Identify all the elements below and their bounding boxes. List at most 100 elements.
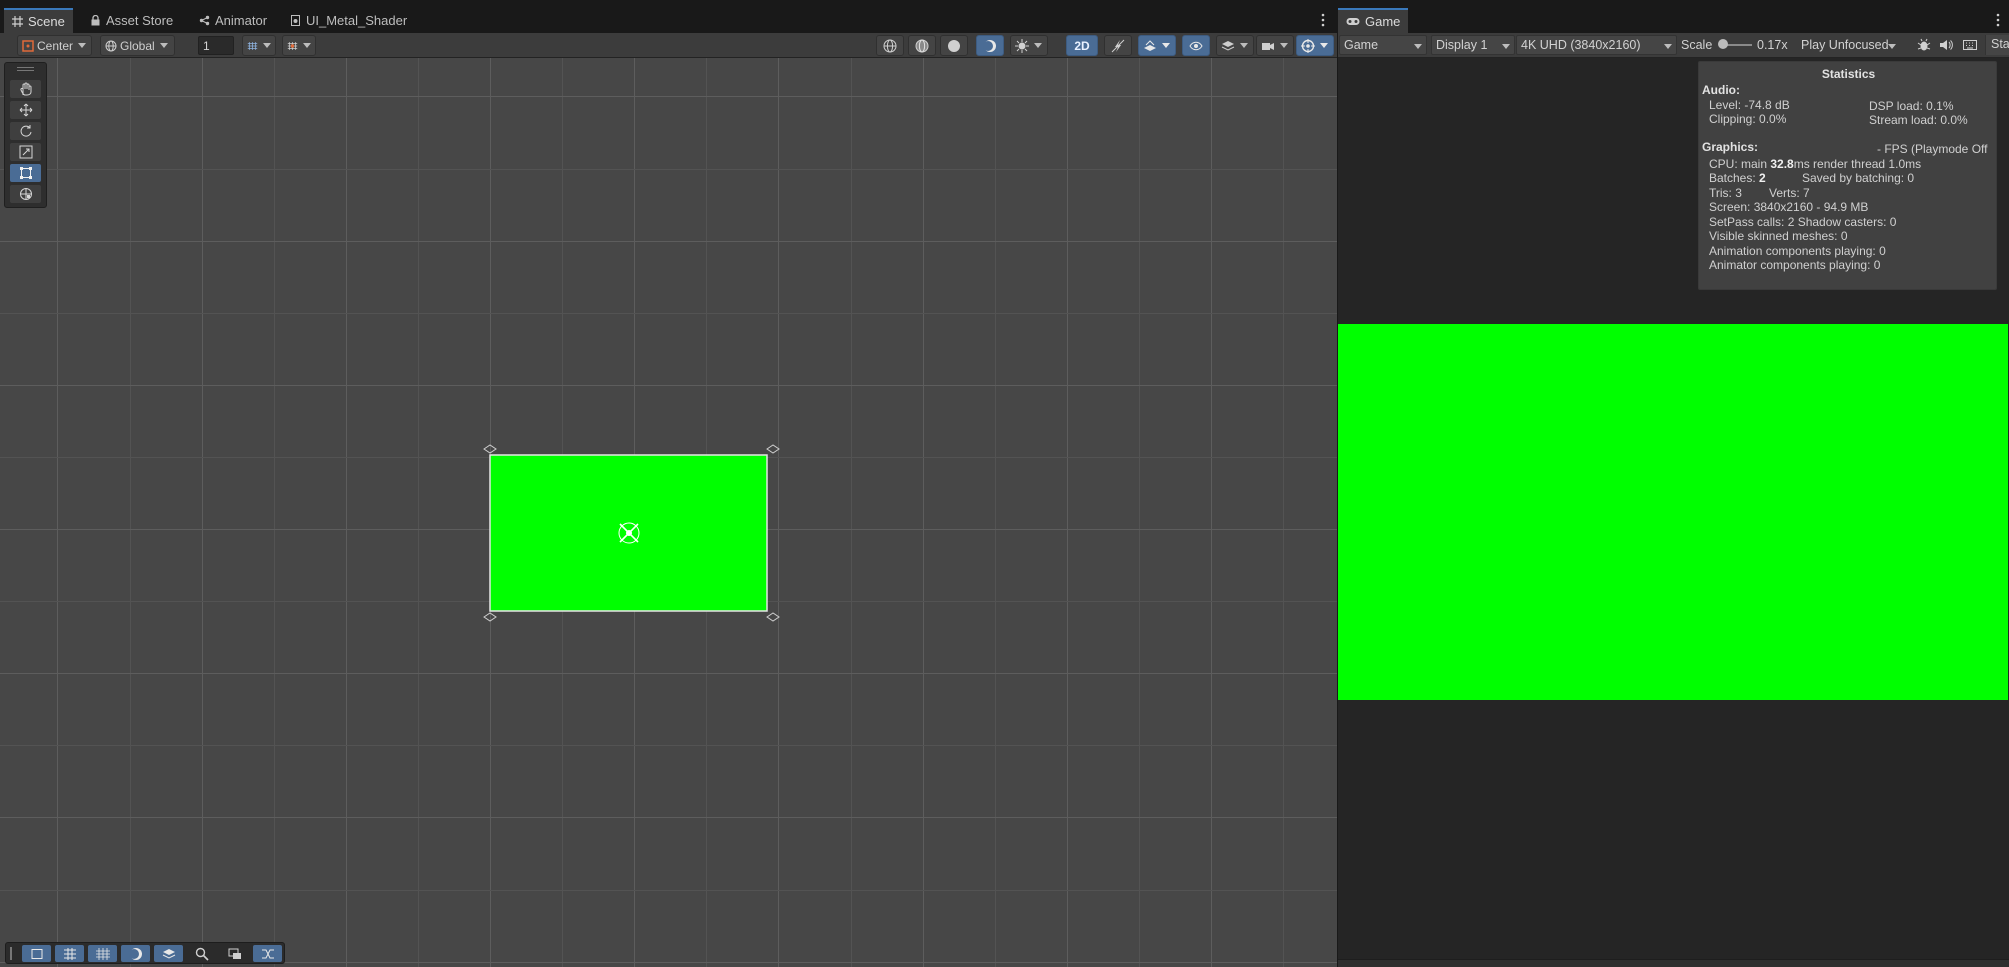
grid-paint-icon [95,947,110,960]
saved-by-batching: Saved by batching: 0 [1802,171,1915,185]
play-mode-dropdown[interactable]: Play Unfocused [1796,35,1901,55]
drag-handle-icon[interactable] [10,947,12,960]
tab-ui-metal-shader[interactable]: UI_Metal_Shader [282,8,415,33]
selected-ui-object[interactable] [483,444,780,622]
animator-components: Animator components playing: 0 [1709,258,1881,272]
debug-draw-mode-dropdown[interactable] [1010,35,1048,56]
stats-button[interactable]: Stats [1985,35,2009,55]
layers-icon [162,948,175,959]
horizontal-scrollbar[interactable] [1338,959,2009,967]
shaded-wireframe-draw-mode-button[interactable] [908,35,936,56]
keyboard-icon [1963,40,1977,50]
camera-settings-dropdown[interactable] [1256,35,1294,56]
transform-icon [19,188,32,200]
tris-count: Tris: 3 [1709,186,1742,200]
lock-icon [91,15,100,26]
scene-visibility-toggle[interactable] [1182,35,1210,56]
search-overlay-button[interactable] [187,945,216,962]
display-dropdown[interactable]: Display 1 [1431,35,1515,55]
shaded-draw-mode-button[interactable] [940,35,968,56]
grid-snapping-dropdown[interactable] [282,35,316,56]
fps-readout: - FPS (Playmode Off [1877,142,1988,156]
scene-effects-dropdown[interactable] [1138,35,1176,56]
scene-viewport[interactable] [0,58,1337,967]
sprite-shape-overlay-button[interactable] [55,945,84,962]
batches-readout: Batches: 2 [1709,171,1766,185]
tab-animator[interactable]: Animator [191,8,275,33]
more-options-icon[interactable] [1317,12,1329,28]
tab-asset-store-label: Asset Store [106,13,174,28]
chevron-down-icon [263,43,271,48]
stats-toggle-button[interactable] [1962,37,1978,53]
scene-toolbar: Center Global 1 2D [0,33,1337,58]
tab-animator-label: Animator [215,13,268,28]
scene-window: Scene Asset Store Animator UI_Metal_Shad… [0,0,1337,967]
unlit-draw-mode-button[interactable] [976,35,1004,56]
debug-sun-icon [1015,38,1029,53]
grid-visibility-icon [247,41,258,50]
camera-overlay-button[interactable] [220,945,249,962]
layers-overlay-button[interactable] [154,945,183,962]
navigation-overlay-button[interactable] [253,945,282,962]
game-view-mode-dropdown[interactable]: Game [1339,35,1427,55]
shuffle-icon [261,949,274,958]
rect-handle-bottom-right[interactable] [766,612,780,622]
hand-tool-button[interactable] [10,80,41,98]
tab-asset-store[interactable]: Asset Store [82,8,181,33]
2d-mode-label: 2D [1074,38,1090,53]
frame-debugger-button[interactable] [1916,37,1932,53]
pivot-mode-dropdown[interactable]: Center [17,35,92,56]
pivot-rotation-label: Global [120,38,155,53]
rect-handle-top-right[interactable] [766,444,780,454]
move-tool-button[interactable] [10,101,41,119]
layers-dropdown[interactable] [1216,35,1254,56]
wireframe-draw-mode-button[interactable] [876,35,904,56]
stream-load: Stream load: 0.0% [1869,113,1968,127]
scale-slider-handle[interactable] [1718,39,1728,49]
chevron-down-icon [1320,43,1328,48]
gizmos-dropdown[interactable] [1296,35,1334,56]
rect-overlay-icon [31,948,42,959]
tools-overlay [4,62,47,208]
setpass-calls: SetPass calls: 2 Shadow casters: 0 [1709,215,1897,229]
game-viewport[interactable]: Statistics Audio: Level: -74.8 dB Clippi… [1338,58,2009,967]
grid-icon [12,16,23,27]
light-sphere-icon [128,947,142,960]
camera-icon [1262,42,1274,50]
drag-handle-icon[interactable] [17,67,34,71]
batches-value: 2 [1759,171,1766,185]
tab-game-label: Game [1365,14,1401,29]
scene-lighting-toggle[interactable] [1104,35,1132,56]
game-window: Game Game Display 1 4K UHD (3840x2160) S… [1338,0,2009,967]
batches-prefix: Batches: [1709,171,1760,185]
shader-icon [291,15,300,26]
tab-scene[interactable]: Scene [4,8,73,33]
audio-level: Level: -74.8 dB [1709,98,1790,112]
rotate-tool-button[interactable] [10,122,41,140]
transform-tool-button[interactable] [10,185,41,203]
chevron-down-icon [1240,43,1248,48]
rect-tool-button[interactable] [10,164,41,182]
graphics-header: Graphics: [1702,140,1759,154]
grid-visibility-dropdown[interactable] [242,35,276,56]
lighting-overlay-button[interactable] [121,945,150,962]
bug-icon [1917,38,1931,51]
gamepad-icon [1346,18,1360,25]
mute-audio-button[interactable] [1938,37,1954,53]
2d-mode-toggle[interactable]: 2D [1066,35,1098,56]
tab-game[interactable]: Game [1338,8,1409,33]
more-options-icon[interactable] [1992,12,2004,28]
chevron-down-icon [1162,43,1170,48]
pivot-icon [22,39,34,52]
grid-overlay-button[interactable] [88,945,117,962]
rect-overlay-button[interactable] [22,945,51,962]
display-label: Display 1 [1436,38,1488,52]
search-icon [195,947,209,961]
grid-increment-input[interactable] [198,36,234,55]
scale-tool-button[interactable] [10,143,41,161]
animator-icon [199,15,210,26]
pivot-rotation-dropdown[interactable]: Global [100,35,175,56]
lighting-sphere-icon [983,39,996,52]
resolution-dropdown[interactable]: 4K UHD (3840x2160) [1516,35,1677,55]
rect-transform-icon [19,167,32,179]
